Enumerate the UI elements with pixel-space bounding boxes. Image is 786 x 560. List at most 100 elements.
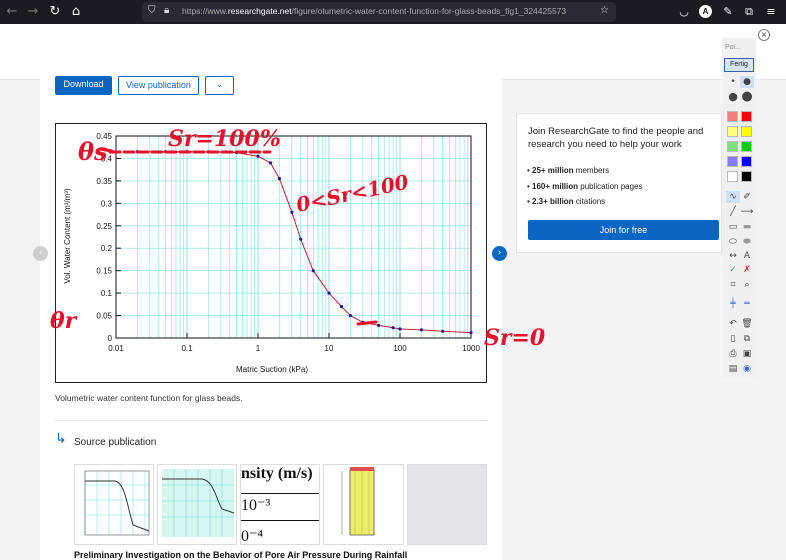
home-icon[interactable]: ⌂ xyxy=(68,3,84,21)
extensions-puzzle-icon[interactable]: ⧉ xyxy=(741,3,757,21)
zoom-tool-icon[interactable]: ⌕ xyxy=(740,279,754,291)
line-tool-icon[interactable]: ╱ xyxy=(726,206,740,218)
join-bullet-pages: 160+ million publication pages xyxy=(527,182,643,191)
freehand-tool-icon[interactable]: ∿ xyxy=(726,191,740,203)
print-icon[interactable]: ⎙ xyxy=(726,348,740,360)
pen-size-xlarge-icon[interactable]: ● xyxy=(740,90,754,103)
data-point xyxy=(235,151,239,155)
y-tick-label: 0.35 xyxy=(96,177,112,186)
carousel-prev-button[interactable]: ‹ xyxy=(33,246,48,261)
source-thumbnail-1[interactable] xyxy=(74,464,154,545)
source-thumbnail-4[interactable] xyxy=(323,464,404,545)
crop-tool-icon[interactable]: ⌗ xyxy=(726,279,740,291)
data-point xyxy=(206,150,210,154)
settings-icon[interactable]: ▤ xyxy=(726,363,740,375)
arrow-tool-icon[interactable]: ⟶ xyxy=(740,206,754,218)
ellipse-tool-icon[interactable]: ⬭ xyxy=(726,236,740,248)
palette-done-button[interactable]: Fertig xyxy=(724,58,754,72)
thumbnail-4-column xyxy=(341,467,375,536)
reload-icon[interactable]: ↻ xyxy=(47,3,63,21)
eraser-tool-icon[interactable]: ✐ xyxy=(740,191,754,203)
color-swatch[interactable] xyxy=(741,156,752,167)
filled-rectangle-tool-icon[interactable]: ▬ xyxy=(740,221,754,233)
color-swatch[interactable] xyxy=(741,171,752,182)
data-point xyxy=(256,154,260,158)
filled-ellipse-tool-icon[interactable]: ⬬ xyxy=(740,236,754,248)
color-swatch[interactable] xyxy=(727,126,738,137)
save-icon[interactable]: ▣ xyxy=(740,348,754,360)
lock-icon[interactable]: 🔒︎ xyxy=(164,5,169,16)
data-point xyxy=(268,161,273,165)
view-publication-button[interactable]: View publication xyxy=(118,76,199,95)
data-point xyxy=(164,150,168,154)
url-bar[interactable]: ⛉ 🔒︎ https://www.researchgate.net/figure… xyxy=(142,2,616,22)
data-point xyxy=(311,269,315,273)
join-for-free-button[interactable]: Join for free xyxy=(528,220,719,240)
data-point xyxy=(348,314,352,318)
back-icon[interactable]: ← xyxy=(4,3,20,21)
pocket-icon[interactable]: ◡ xyxy=(676,3,692,21)
figure-image: 0.01 0.1 1 10 100 1000 0 0.05 0.1 0.15 0.2 0.25 0.3 0… xyxy=(55,123,487,383)
rectangle-tool-icon[interactable]: ▭ xyxy=(726,221,740,233)
y-tick-label: 0.25 xyxy=(96,222,112,231)
color-swatch[interactable] xyxy=(727,141,738,152)
extension-icon[interactable]: ✎ xyxy=(720,3,736,21)
thumbnail-3-value-2: 0⁻⁴ xyxy=(241,528,264,545)
join-title: Join ResearchGate to find the people and… xyxy=(528,126,704,150)
text-tool-icon[interactable]: A xyxy=(740,250,754,262)
source-thumbnail-5[interactable] xyxy=(407,464,487,545)
copy-icon[interactable]: ⧉ xyxy=(740,333,754,345)
data-point xyxy=(377,323,381,327)
join-bullet-2-strong: 160+ million xyxy=(532,182,579,191)
more-options-button[interactable]: ⌄ xyxy=(205,76,234,95)
help-icon[interactable]: ◉ xyxy=(740,363,754,375)
plot-area xyxy=(116,136,471,338)
color-swatch[interactable] xyxy=(727,171,738,182)
data-point xyxy=(135,150,139,154)
source-thumbnail-3[interactable]: nsity (m/s) 10⁻³ 0⁻⁴ xyxy=(240,464,320,545)
color-swatch[interactable] xyxy=(741,126,752,137)
pen-size-small-icon[interactable]: • xyxy=(726,76,740,88)
pen-size-large-icon[interactable]: ● xyxy=(726,91,740,103)
check-tool-icon[interactable]: ✓ xyxy=(726,264,740,276)
y-tick-label: 0.45 xyxy=(96,132,112,141)
download-button[interactable]: Download xyxy=(55,76,112,95)
double-arrow-tool-icon[interactable]: ↔ xyxy=(726,250,740,262)
source-publication-title[interactable]: Preliminary Investigation on the Behavio… xyxy=(74,550,407,560)
section-divider xyxy=(55,420,487,421)
menu-icon[interactable]: ≡ xyxy=(763,3,779,21)
palette-close-icon[interactable]: × xyxy=(758,29,770,41)
account-avatar[interactable]: A xyxy=(699,5,712,18)
y-tick-label: 0.3 xyxy=(101,199,113,208)
trash-icon[interactable]: 🗑︎ xyxy=(740,318,754,330)
remove-space-icon[interactable]: ═ xyxy=(740,298,754,310)
y-tick-label: 0.15 xyxy=(96,267,112,276)
pen-size-medium-icon[interactable]: ● xyxy=(740,76,754,88)
color-swatch[interactable] xyxy=(741,111,752,122)
join-bullet-members: 25+ million members xyxy=(527,166,610,175)
x-tick-label: 10 xyxy=(325,344,334,353)
x-tick-label: 1 xyxy=(256,344,261,353)
data-point xyxy=(339,305,344,309)
source-arrow-icon: ↳ xyxy=(55,431,67,447)
color-swatch[interactable] xyxy=(727,156,738,167)
url-text[interactable]: https://www.researchgate.net/figure/olum… xyxy=(182,6,566,16)
join-bullet-1-text: members xyxy=(573,166,610,175)
palette-pointer-label[interactable]: Poi... xyxy=(725,44,741,51)
source-thumbnail-2[interactable] xyxy=(157,464,237,545)
y-tick-label: 0.4 xyxy=(101,154,113,163)
forward-icon[interactable]: → xyxy=(25,3,41,21)
new-page-icon[interactable]: ▯ xyxy=(726,333,740,345)
bookmark-star-icon[interactable]: ☆ xyxy=(600,5,609,16)
cross-tool-icon[interactable]: ✗ xyxy=(740,264,754,276)
y-tick-label: 0 xyxy=(108,334,113,343)
data-point xyxy=(469,331,473,335)
carousel-next-button[interactable]: › xyxy=(492,246,507,261)
color-swatch[interactable] xyxy=(741,141,752,152)
shield-icon[interactable]: ⛉ xyxy=(148,5,156,16)
data-point xyxy=(185,150,189,154)
color-swatch[interactable] xyxy=(727,111,738,122)
data-point xyxy=(441,329,445,333)
insert-space-icon[interactable]: ╪ xyxy=(726,298,740,310)
undo-icon[interactable]: ↶ xyxy=(726,318,740,330)
